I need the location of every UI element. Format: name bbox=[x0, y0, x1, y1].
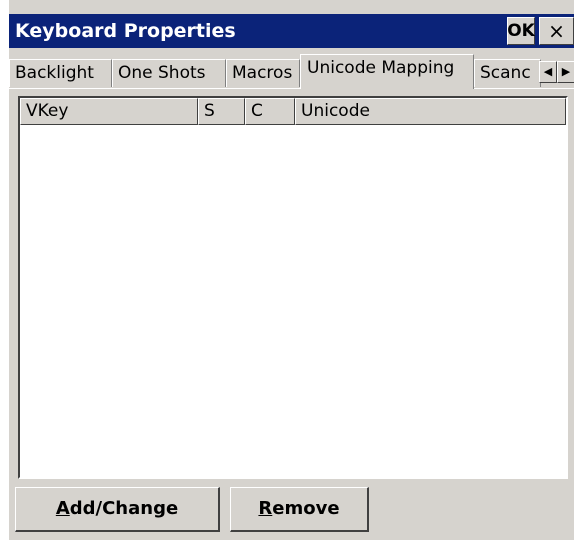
tab-scancodes[interactable]: Scanc bbox=[474, 59, 541, 87]
title-bar: Keyboard Properties OK × bbox=[9, 14, 574, 48]
tab-backlight[interactable]: Backlight bbox=[9, 59, 112, 87]
close-icon: × bbox=[548, 19, 565, 43]
unicode-mapping-panel: VKey S C Unicode Add/Change Remove bbox=[9, 88, 574, 540]
tab-strip: Backlight One Shots Macros Unicode Mappi… bbox=[9, 52, 574, 92]
remove-button[interactable]: Remove bbox=[230, 487, 369, 532]
triangle-left-icon: ◀ bbox=[543, 65, 553, 78]
mapping-list[interactable]: VKey S C Unicode bbox=[18, 96, 568, 479]
window-title: Keyboard Properties bbox=[15, 20, 236, 42]
column-header-c[interactable]: C bbox=[245, 98, 295, 125]
column-header-unicode[interactable]: Unicode bbox=[295, 98, 566, 125]
triangle-right-icon: ▶ bbox=[561, 65, 571, 78]
column-header-vkey[interactable]: VKey bbox=[20, 98, 198, 125]
tab-scroll-right[interactable]: ▶ bbox=[557, 61, 574, 83]
tab-macros[interactable]: Macros bbox=[226, 59, 300, 87]
column-header-s[interactable]: S bbox=[198, 98, 245, 125]
keyboard-properties-window: Keyboard Properties OK × Backlight One S… bbox=[9, 0, 574, 540]
tab-scroll-left[interactable]: ◀ bbox=[539, 61, 557, 83]
tab-one-shots[interactable]: One Shots bbox=[112, 59, 226, 87]
add-change-button[interactable]: Add/Change bbox=[15, 487, 220, 532]
ok-button[interactable]: OK bbox=[507, 17, 535, 45]
close-button[interactable]: × bbox=[539, 17, 574, 45]
tab-unicode-mapping[interactable]: Unicode Mapping bbox=[300, 54, 474, 89]
